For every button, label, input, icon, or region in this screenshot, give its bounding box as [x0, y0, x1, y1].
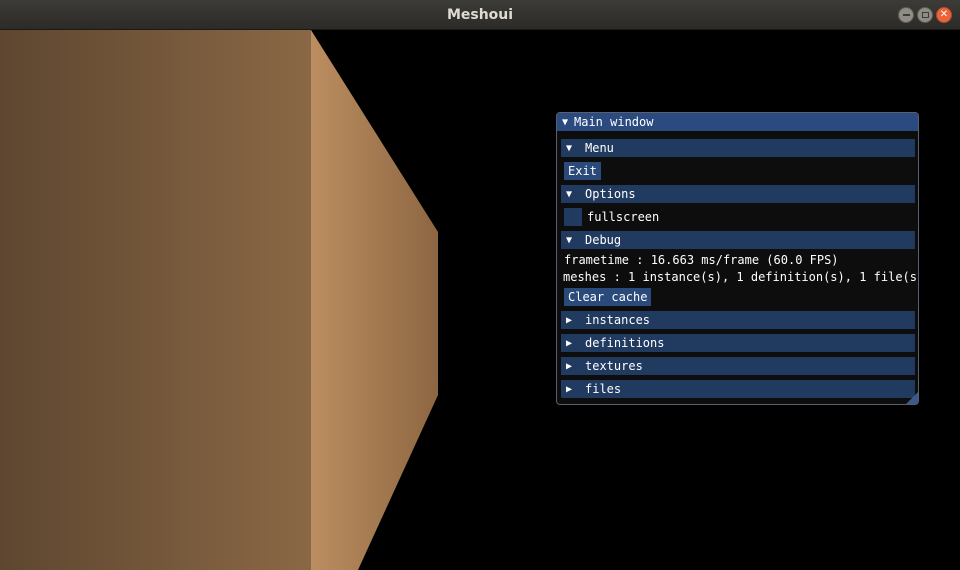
cube-side-face [311, 30, 438, 570]
triangle-right-icon: ▶ [566, 360, 573, 372]
minimize-icon [902, 14, 910, 16]
frametime-text: frametime : 16.663 ms/frame (60.0 FPS) [564, 253, 839, 267]
triangle-down-icon: ▼ [566, 142, 573, 154]
instances-header-label: instances [585, 313, 651, 327]
triangle-down-icon: ▼ [566, 234, 573, 246]
resize-grip[interactable] [906, 392, 918, 404]
textures-header[interactable]: ▶ textures [561, 357, 915, 375]
files-header-label: files [585, 382, 622, 396]
definitions-header-label: definitions [585, 336, 665, 350]
triangle-right-icon: ▶ [566, 314, 573, 326]
maximize-button[interactable] [917, 7, 933, 23]
window-title-bar[interactable]: Meshoui ✕ [0, 0, 960, 30]
triangle-down-icon: ▼ [566, 188, 573, 200]
clear-cache-button[interactable]: Clear cache [564, 288, 652, 306]
close-icon: ✕ [939, 9, 949, 20]
triangle-right-icon: ▶ [566, 383, 573, 395]
window-title: Meshoui [446, 7, 514, 23]
options-header[interactable]: ▼ Options [561, 185, 915, 203]
debug-header[interactable]: ▼ Debug [561, 231, 915, 249]
definitions-header[interactable]: ▶ definitions [561, 334, 915, 352]
textures-header-label: textures [585, 359, 643, 373]
triangle-right-icon: ▶ [566, 337, 573, 349]
imgui-window-title: Main window [574, 115, 654, 129]
3d-viewport[interactable]: ▼ Main window ▼ Menu Exit ▼ Options full… [0, 30, 960, 570]
fullscreen-label: fullscreen [587, 210, 660, 224]
fullscreen-checkbox[interactable] [564, 208, 582, 226]
exit-button[interactable]: Exit [564, 162, 601, 180]
instances-header[interactable]: ▶ instances [561, 311, 915, 329]
menu-header-label: Menu [585, 141, 614, 155]
menu-header[interactable]: ▼ Menu [561, 139, 915, 157]
maximize-icon [921, 12, 929, 18]
files-header[interactable]: ▶ files [561, 380, 915, 398]
cube-front-face [0, 30, 311, 570]
triangle-down-icon[interactable]: ▼ [562, 117, 574, 128]
meshes-text: meshes : 1 instance(s), 1 definition(s),… [563, 270, 919, 284]
minimize-button[interactable] [898, 7, 914, 23]
options-header-label: Options [585, 187, 636, 201]
debug-header-label: Debug [585, 233, 622, 247]
imgui-window-title-bar[interactable]: ▼ Main window [557, 113, 918, 131]
close-button[interactable]: ✕ [936, 7, 952, 23]
imgui-main-window[interactable]: ▼ Main window ▼ Menu Exit ▼ Options full… [556, 112, 919, 405]
